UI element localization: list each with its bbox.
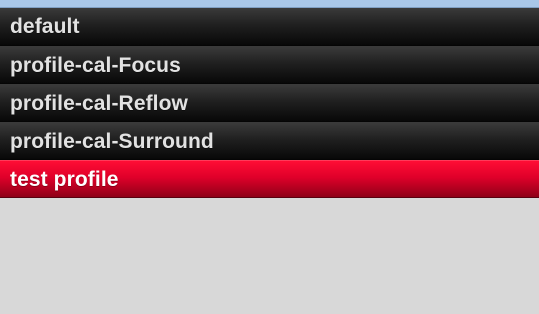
profile-item-cal-surround[interactable]: profile-cal-Surround [0,122,539,160]
profile-item-default[interactable]: default [0,8,539,46]
profile-item-label: profile-cal-Surround [10,129,214,153]
profile-item-label: default [10,15,80,38]
profile-item-cal-focus[interactable]: profile-cal-Focus [0,46,539,84]
profile-selection-screen: default profile-cal-Focus profile-cal-Re… [0,0,539,314]
profile-item-label: test profile [10,167,119,191]
profile-item-cal-reflow[interactable]: profile-cal-Reflow [0,84,539,122]
profile-item-label: profile-cal-Focus [10,53,181,77]
profile-item-label: profile-cal-Reflow [10,91,188,115]
top-edge-strip [0,0,539,8]
profile-list: default profile-cal-Focus profile-cal-Re… [0,8,539,198]
profile-item-test-profile[interactable]: test profile [0,160,539,198]
empty-list-area [0,200,539,314]
